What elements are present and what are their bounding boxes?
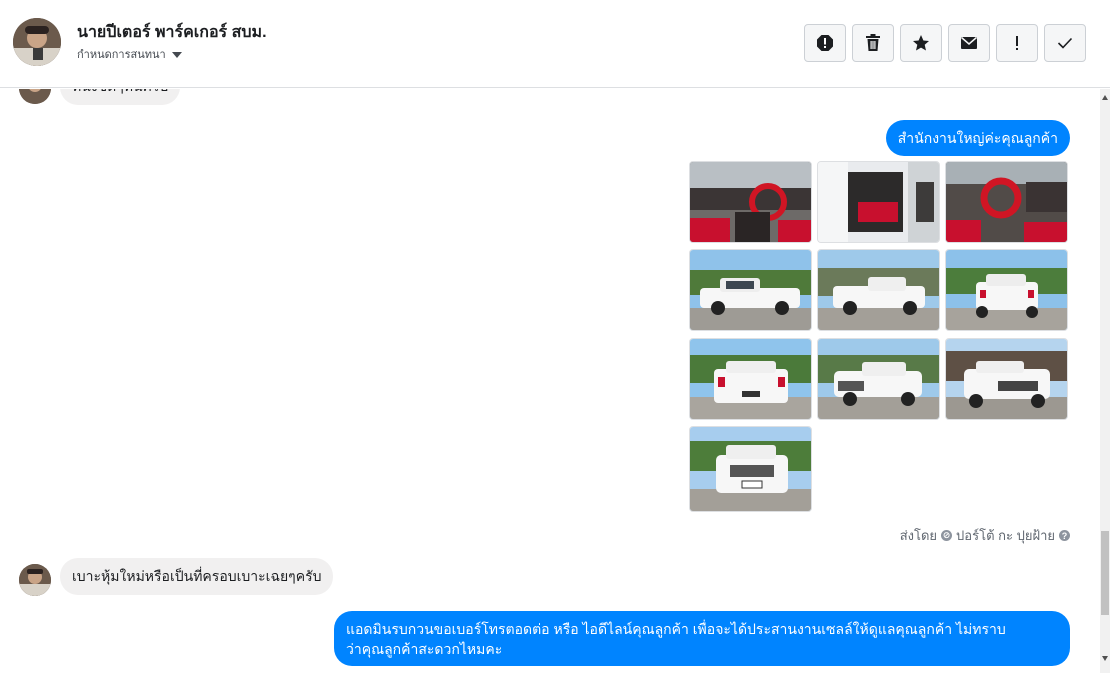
incoming-message: เบาะหุ้มใหม่หรือเป็นที่ครอบเบาะเฉยๆครับ <box>60 558 334 595</box>
conversation-header: นายปีเตอร์ พาร์คเกอร์ สบม. กำหนดการสนทนา <box>0 0 1110 88</box>
outgoing-message: แอดมินรบกวนขอเบอร์โทรตอดต่อ หรือ ไอดีไลน… <box>334 611 1070 666</box>
customer-avatar <box>19 89 51 104</box>
thread-scrollbar[interactable] <box>1100 89 1110 673</box>
spam-alert-icon <box>817 35 833 51</box>
assign-label: กำหนดการสนทนา <box>77 49 166 61</box>
mark-spam-button[interactable] <box>804 24 846 62</box>
photo-pickup-front-angle[interactable] <box>945 338 1068 420</box>
photo-interior-dashboard[interactable] <box>689 161 812 243</box>
photo-pickup-rear-angle[interactable] <box>945 249 1068 331</box>
customer-avatar <box>19 564 51 596</box>
photo-interior-steering[interactable] <box>945 161 1068 243</box>
caret-down-icon <box>171 51 182 58</box>
photo-interior-rear-seat[interactable] <box>817 161 940 243</box>
sent-by-sender[interactable]: ปอร์โต้ กะ ปุยฝ้าย <box>956 525 1055 546</box>
photo-pickup-front-three-quarter[interactable] <box>817 338 940 420</box>
sent-by-info: ส่งโดย ⊘ ปอร์โต้ กะ ปุยฝ้าย ? <box>900 525 1070 546</box>
star-icon <box>913 35 929 51</box>
assign-conversation-dropdown[interactable]: กำหนดการสนทนา <box>77 45 182 63</box>
contact-avatar[interactable] <box>13 18 61 66</box>
outgoing-message-line: ว่าคุณลูกค้าสะดวกไหมคะ <box>346 641 503 657</box>
mark-done-button[interactable] <box>1044 24 1086 62</box>
photo-pickup-rear-three-quarter[interactable] <box>817 249 940 331</box>
delete-button[interactable] <box>852 24 894 62</box>
help-icon[interactable]: ? <box>1059 530 1070 541</box>
toolbar <box>804 24 1086 62</box>
mark-unread-button[interactable] <box>948 24 990 62</box>
scrollbar-thumb[interactable] <box>1101 531 1109 615</box>
checkmark-icon <box>1057 37 1073 49</box>
sent-by-prefix: ส่งโดย <box>899 528 938 543</box>
photo-pickup-front[interactable] <box>689 426 812 512</box>
contact-name: นายปีเตอร์ พาร์คเกอร์ สบม. <box>77 24 267 41</box>
outgoing-message: สำนักงานใหญ่ค่ะคุณลูกค้า <box>885 120 1070 156</box>
follow-up-button[interactable] <box>996 24 1038 62</box>
photo-pickup-side[interactable] <box>689 249 812 331</box>
exclamation-icon <box>1016 36 1018 50</box>
message-thread[interactable]: ที่นั่งชิดๆที่นครับ สำนักงานใหญ่ค่ะคุณลู… <box>0 89 1100 673</box>
incoming-message: ที่นั่งชิดๆที่นครับ <box>60 89 181 105</box>
photo-pickup-rear[interactable] <box>689 338 812 420</box>
page-badge-icon: ⊘ <box>941 530 953 541</box>
scroll-down-arrow-icon[interactable] <box>1102 656 1108 661</box>
star-button[interactable] <box>900 24 942 62</box>
envelope-icon <box>961 36 977 49</box>
trash-icon <box>866 34 880 51</box>
scroll-up-arrow-icon[interactable] <box>1102 95 1108 100</box>
outgoing-message-line: แอดมินรบกวนขอเบอร์โทรตอดต่อ หรือ ไอดีไลน… <box>346 621 1006 637</box>
